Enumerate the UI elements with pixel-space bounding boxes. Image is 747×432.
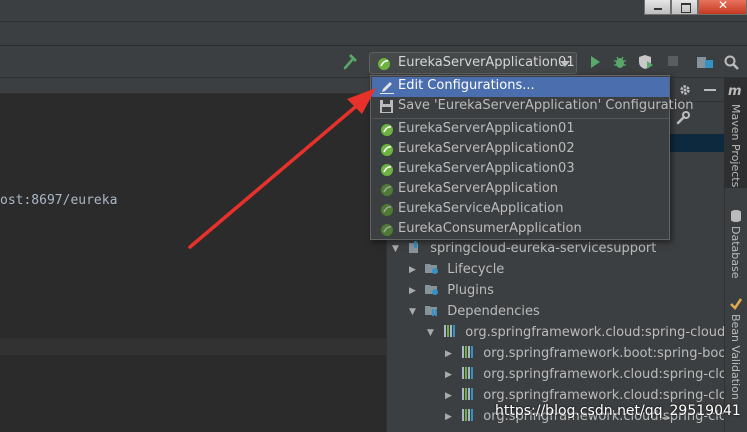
window-title-bar (0, 0, 747, 22)
maven-projects-tab[interactable]: Maven Projects (729, 104, 742, 187)
expand-right-icon: ▶ (445, 391, 452, 401)
folder-library-icon (425, 306, 438, 316)
tree-item-label: org.springframework.cloud:spring-cloud-s (483, 367, 747, 382)
menu-item-label: EurekaServerApplication03 (398, 161, 575, 176)
save-configuration-item[interactable]: Save 'EurekaServerApplication' Configura… (372, 97, 694, 117)
maven-m-icon: m (728, 84, 742, 99)
navigation-bar (0, 22, 747, 46)
spring-boot-icon-dimmed (381, 204, 393, 216)
maximize-button[interactable] (671, 0, 698, 15)
build-hammer-icon[interactable] (342, 53, 358, 71)
gear-icon[interactable] (678, 83, 692, 97)
run-configuration-dropdown: Edit Configurations... Save 'EurekaServe… (370, 75, 694, 240)
library-icon (462, 388, 474, 400)
debug-bug-icon[interactable] (613, 55, 627, 69)
tree-item-dependency[interactable]: ▶ org.springframework.boot:spring-boot-s… (445, 345, 747, 365)
database-tab[interactable]: Database (729, 226, 742, 279)
run-config-item[interactable]: EurekaServerApplication01 (372, 120, 669, 140)
code-line: ost:8697/eureka (0, 193, 118, 208)
expand-right-icon: ▶ (409, 286, 416, 296)
chevron-down-icon (560, 61, 570, 67)
tree-item-label: Dependencies (447, 304, 540, 319)
tree-item-project[interactable]: ▼ springcloud-eureka-servicesupport (392, 240, 656, 260)
menu-item-label: EurekaConsumerApplication (398, 221, 582, 236)
tree-item-label: org.springframework.boot:spring-boot-sta (483, 346, 747, 361)
expand-down-icon: ▼ (409, 307, 416, 317)
run-configuration-label: EurekaServerApplication01 (398, 55, 575, 70)
bean-validation-icon (730, 298, 743, 310)
stop-icon[interactable] (667, 55, 679, 67)
pencil-icon (380, 82, 394, 94)
code-editor[interactable] (0, 78, 386, 432)
library-icon (444, 325, 456, 337)
minimize-button[interactable] (644, 0, 671, 15)
database-icon (731, 210, 741, 222)
tree-item-label: springcloud-eureka-servicesupport (430, 241, 657, 256)
tree-item-dependencies[interactable]: ▼ Dependencies (409, 303, 540, 323)
edit-configurations-item[interactable]: Edit Configurations... (372, 77, 669, 97)
current-line-highlight (0, 338, 386, 355)
tree-item-dependency[interactable]: ▶ org.springframework.cloud:spring-cloud… (445, 366, 747, 386)
run-config-item[interactable]: EurekaServerApplication03 (372, 160, 669, 180)
spring-boot-icon (381, 124, 393, 136)
run-config-item[interactable]: EurekaServiceApplication (372, 200, 669, 220)
spring-boot-icon-dimmed (381, 224, 393, 236)
spring-boot-icon (378, 58, 390, 70)
spring-boot-icon (381, 164, 393, 176)
spring-boot-icon (381, 144, 393, 156)
expand-down-icon: ▼ (392, 244, 399, 254)
folder-gear-icon (425, 285, 439, 295)
tree-item-label: Lifecycle (447, 262, 505, 277)
run-configuration-selector[interactable]: EurekaServerApplication01 (369, 52, 577, 74)
maven-tree-selection (670, 134, 724, 152)
close-window-button[interactable] (698, 0, 747, 15)
maven-module-icon (409, 241, 419, 253)
folder-gear-icon (425, 264, 439, 274)
menu-separator (372, 118, 669, 119)
hide-panel-icon[interactable] (704, 89, 716, 91)
tree-item-lifecycle[interactable]: ▶ Lifecycle (409, 261, 504, 281)
expand-right-icon: ▶ (409, 265, 416, 275)
run-with-coverage-icon[interactable] (638, 55, 654, 69)
library-icon (462, 346, 474, 358)
run-icon[interactable] (588, 55, 602, 69)
run-config-item[interactable]: EurekaServerApplication02 (372, 140, 669, 160)
library-icon (462, 409, 474, 421)
tree-item-dependency[interactable]: ▼ org.springframework.cloud:spring-cloud… (427, 324, 747, 344)
menu-item-label: Edit Configurations... (398, 78, 535, 93)
menu-item-label: EurekaServerApplication (398, 181, 559, 196)
run-config-item[interactable]: EurekaServerApplication (372, 180, 669, 200)
project-structure-icon[interactable] (697, 55, 713, 69)
menu-item-label: EurekaServiceApplication (398, 201, 564, 216)
wrench-icon[interactable] (676, 111, 690, 125)
library-icon (462, 367, 474, 379)
save-icon (380, 100, 393, 113)
search-icon[interactable] (724, 55, 740, 71)
tree-item-label: org.springframework.cloud:spring-cloud-s… (465, 325, 747, 340)
menu-item-label: EurekaServerApplication02 (398, 141, 575, 156)
tree-item-plugins[interactable]: ▶ Plugins (409, 282, 494, 302)
spring-boot-icon-dimmed (381, 184, 393, 196)
editor-tab-bar (0, 78, 386, 94)
expand-right-icon: ▶ (445, 370, 452, 380)
expand-right-icon: ▶ (445, 412, 452, 422)
menu-item-label: Save 'EurekaServerApplication' Configura… (398, 98, 694, 113)
menu-item-label: EurekaServerApplication01 (398, 121, 575, 136)
watermark-text: https://blog.csdn.net/qq_29519041 (495, 403, 741, 419)
expand-down-icon: ▼ (427, 328, 434, 338)
tree-item-label: Plugins (447, 283, 494, 298)
tree-item-label: org.springframework.cloud:spring-cloud-n (483, 388, 747, 403)
bean-validation-tab[interactable]: Bean Validation (729, 314, 742, 400)
run-config-item[interactable]: EurekaConsumerApplication (372, 220, 669, 240)
expand-right-icon: ▶ (445, 349, 452, 359)
